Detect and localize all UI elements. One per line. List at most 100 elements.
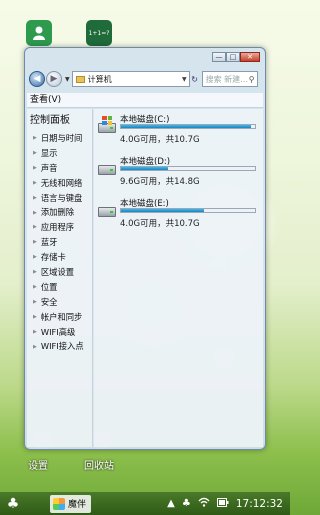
control-panel-item[interactable]: ▶ 应用程序 bbox=[27, 220, 92, 235]
settings-desktop-label[interactable]: 设置 bbox=[28, 457, 48, 472]
drive-list: 本地磁盘(C:) 4.0G可用，共10.7G 本地磁盘(D:) 9.6G可用，共14.… bbox=[94, 109, 263, 447]
control-panel-item-label: WIFI接入点 bbox=[40, 341, 84, 352]
search-placeholder: 搜索 新建… bbox=[205, 74, 249, 84]
contacts-app-icon[interactable] bbox=[26, 20, 52, 46]
menu-view[interactable]: 查看(V) bbox=[30, 95, 61, 105]
explorer-window: — □ ✕ ◀ ▶ ▼ 计算机 ▼ ↻ 搜索 新建… ⚲ 查看(V) 控制面板 … bbox=[24, 47, 266, 450]
system-tray: ▲ ♣ 17:12:32 bbox=[167, 497, 290, 510]
calculator-app-icon[interactable]: 1+1=? bbox=[86, 20, 112, 46]
drive-capacity-text: 4.0G可用，共10.7G bbox=[120, 135, 200, 145]
app-icon bbox=[53, 497, 65, 510]
expand-arrow-icon[interactable]: ▶ bbox=[33, 239, 37, 245]
back-button[interactable]: ◀ bbox=[29, 71, 45, 87]
control-panel-item[interactable]: ▶ 区域设置 bbox=[27, 265, 92, 280]
expand-arrow-icon[interactable]: ▶ bbox=[33, 254, 37, 260]
expand-arrow-icon[interactable]: ▶ bbox=[33, 269, 37, 275]
control-panel-item-label: 添加删除 bbox=[40, 207, 75, 218]
control-panel-item[interactable]: ▶ 蓝牙 bbox=[27, 235, 92, 250]
control-panel-item-label: 区域设置 bbox=[40, 267, 75, 278]
control-panel-item-label: 存储卡 bbox=[40, 252, 66, 263]
expand-arrow-icon[interactable]: ▶ bbox=[33, 314, 37, 320]
hard-drive-icon bbox=[98, 207, 116, 217]
expand-arrow-icon[interactable]: ▶ bbox=[33, 195, 37, 201]
control-panel-item[interactable]: ▶ WIFI接入点 bbox=[27, 339, 92, 354]
navigation-bar: ◀ ▶ ▼ 计算机 ▼ ↻ 搜索 新建… ⚲ bbox=[29, 70, 261, 88]
start-clover-icon[interactable]: ♣ bbox=[0, 496, 26, 512]
clock[interactable]: 17:12:32 bbox=[236, 498, 283, 510]
drive-item[interactable]: 本地磁盘(E:) 4.0G可用，共10.7G bbox=[98, 197, 263, 239]
maximize-icon[interactable]: □ bbox=[226, 52, 240, 62]
control-panel-item[interactable]: ▶ 显示 bbox=[27, 146, 92, 161]
expand-arrow-icon[interactable]: ▶ bbox=[33, 150, 37, 156]
drive-capacity-text: 9.6G可用，共14.8G bbox=[120, 177, 200, 187]
control-panel-item-label: WIFI高级 bbox=[40, 326, 76, 337]
control-panel-item[interactable]: ▶ 帐户和同步 bbox=[27, 310, 92, 325]
control-panel-item-label: 无线和网络 bbox=[40, 177, 83, 188]
expand-arrow-icon[interactable]: ▶ bbox=[33, 299, 37, 305]
drive-usage-fill bbox=[121, 167, 168, 170]
search-input[interactable]: 搜索 新建… ⚲ bbox=[201, 71, 258, 87]
control-panel-item-label: 语言与键盘 bbox=[40, 192, 83, 203]
clover-icon[interactable]: ♣ bbox=[182, 498, 191, 509]
control-panel-item[interactable]: ▶ 存储卡 bbox=[27, 250, 92, 265]
recycle-bin-desktop-label[interactable]: 回收站 bbox=[84, 457, 114, 472]
control-panel-item[interactable]: ▶ 添加删除 bbox=[27, 205, 92, 220]
taskbar-app-label: 魔伴 bbox=[68, 500, 87, 510]
wifi-icon[interactable] bbox=[198, 497, 210, 510]
expand-arrow-icon[interactable]: ▶ bbox=[33, 224, 37, 230]
windows-logo-icon bbox=[102, 116, 112, 125]
control-panel-item-label: 位置 bbox=[40, 281, 58, 292]
expand-arrow-icon[interactable]: ▶ bbox=[33, 180, 37, 186]
control-panel-sidebar: 控制面板 ▶ 日期与时间 ▶ 显示 ▶ 声音 ▶ 无线和网络 ▶ 语言与键盘 ▶ 添加删除 ▶ 应用程序 ▶… bbox=[27, 109, 93, 447]
taskbar-app-button[interactable]: 魔伴 bbox=[50, 494, 92, 513]
recent-pages-dropdown-icon[interactable]: ▼ bbox=[65, 76, 70, 83]
hard-drive-icon bbox=[98, 165, 116, 175]
control-panel-item[interactable]: ▶ WIFI高级 bbox=[27, 325, 92, 340]
expand-arrow-icon[interactable]: ▶ bbox=[33, 344, 37, 350]
expand-arrow-icon[interactable]: ▶ bbox=[33, 284, 37, 290]
control-panel-item[interactable]: ▶ 日期与时间 bbox=[27, 131, 92, 146]
close-icon[interactable]: ✕ bbox=[240, 52, 260, 62]
battery-icon[interactable] bbox=[216, 497, 229, 510]
expand-arrow-icon[interactable]: ▶ bbox=[33, 165, 37, 171]
search-icon[interactable]: ⚲ bbox=[249, 75, 255, 84]
control-panel-item-label: 帐户和同步 bbox=[40, 311, 83, 322]
address-dropdown-icon[interactable]: ▼ bbox=[182, 76, 187, 83]
address-text: 计算机 bbox=[87, 74, 112, 84]
refresh-icon[interactable]: ↻ bbox=[190, 71, 200, 87]
control-panel-item-label: 安全 bbox=[40, 296, 58, 307]
drive-capacity-text: 4.0G可用，共10.7G bbox=[120, 219, 200, 229]
address-bar[interactable]: 计算机 ▼ bbox=[71, 71, 190, 87]
expand-arrow-icon[interactable]: ▶ bbox=[33, 329, 37, 335]
forward-button[interactable]: ▶ bbox=[46, 71, 62, 87]
taskbar: ♣ 魔伴 ▲ ♣ 17:12:32 bbox=[0, 492, 290, 515]
control-panel-item-label: 应用程序 bbox=[40, 222, 75, 233]
control-panel-item-label: 日期与时间 bbox=[40, 133, 83, 143]
drive-usage-bar bbox=[120, 124, 256, 129]
window-content: 控制面板 ▶ 日期与时间 ▶ 显示 ▶ 声音 ▶ 无线和网络 ▶ 语言与键盘 ▶ 添加删除 ▶ 应用程序 ▶… bbox=[27, 109, 263, 447]
control-panel-list: ▶ 日期与时间 ▶ 显示 ▶ 声音 ▶ 无线和网络 ▶ 语言与键盘 ▶ 添加删除 ▶ 应用程序 ▶ 蓝牙 ▶ 存储… bbox=[27, 131, 92, 354]
control-panel-title: 控制面板 bbox=[30, 115, 70, 126]
drive-usage-fill bbox=[121, 125, 251, 128]
folder-icon bbox=[75, 75, 85, 83]
drive-item[interactable]: 本地磁盘(D:) 9.6G可用，共14.8G bbox=[98, 155, 263, 197]
up-arrow-icon[interactable]: ▲ bbox=[167, 498, 175, 509]
drive-usage-bar bbox=[120, 166, 256, 171]
control-panel-item[interactable]: ▶ 无线和网络 bbox=[27, 176, 92, 191]
drive-usage-bar bbox=[120, 208, 256, 213]
control-panel-item-label: 蓝牙 bbox=[40, 237, 58, 248]
control-panel-item[interactable]: ▶ 语言与键盘 bbox=[27, 191, 92, 206]
menu-bar: 查看(V) bbox=[27, 93, 263, 108]
control-panel-item[interactable]: ▶ 位置 bbox=[27, 280, 92, 295]
minimize-icon[interactable]: — bbox=[212, 52, 226, 62]
expand-arrow-icon[interactable]: ▶ bbox=[33, 135, 37, 141]
control-panel-item[interactable]: ▶ 声音 bbox=[27, 161, 92, 176]
expand-arrow-icon[interactable]: ▶ bbox=[33, 210, 37, 216]
control-panel-item-label: 显示 bbox=[40, 147, 58, 158]
hard-drive-icon bbox=[98, 116, 116, 133]
drive-usage-fill bbox=[121, 209, 205, 212]
window-controls: — □ ✕ bbox=[212, 52, 260, 62]
control-panel-item[interactable]: ▶ 安全 bbox=[27, 295, 92, 310]
control-panel-item-label: 声音 bbox=[40, 162, 58, 173]
drive-item[interactable]: 本地磁盘(C:) 4.0G可用，共10.7G bbox=[98, 113, 263, 155]
